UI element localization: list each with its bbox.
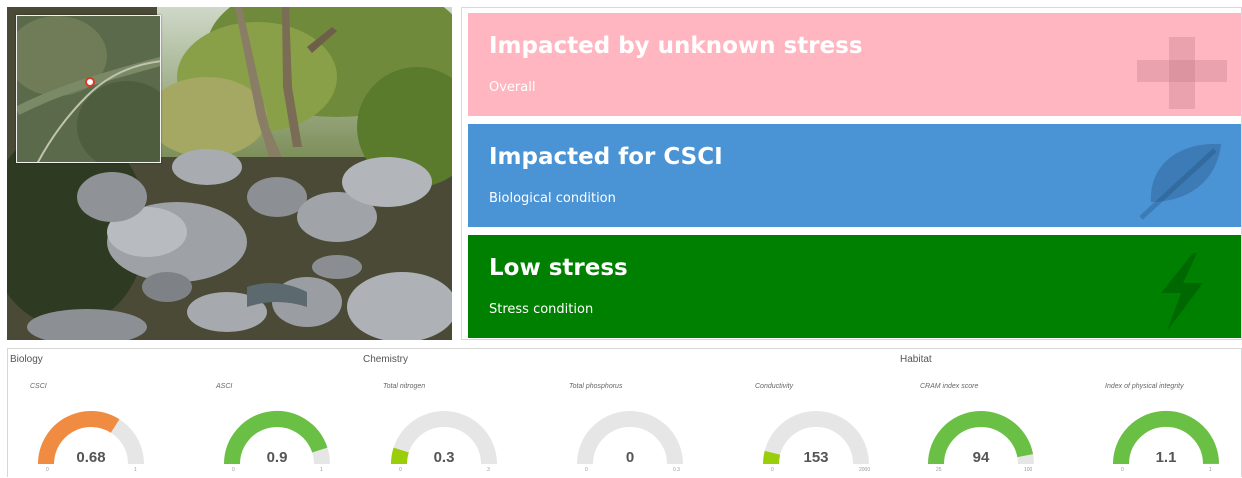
leaf-icon bbox=[1139, 143, 1221, 220]
gauge-label: ASCI bbox=[216, 383, 233, 390]
stress-condition-card: Low stress Stress condition bbox=[468, 235, 1241, 338]
gauge-min: 0 bbox=[585, 467, 588, 473]
gauge-value: 0.9 bbox=[266, 449, 288, 466]
site-photo bbox=[7, 7, 452, 340]
gauge-max: 2000 bbox=[859, 467, 871, 473]
gauge-min: 0 bbox=[771, 467, 774, 473]
lightning-icon bbox=[1161, 253, 1203, 331]
overall-status-title: Impacted by unknown stress bbox=[489, 33, 863, 59]
gauge-min: 0 bbox=[1121, 467, 1124, 473]
gauge-min: 0 bbox=[232, 467, 235, 473]
gauge-value: 0.68 bbox=[76, 449, 106, 466]
chemistry-section-label: Chemistry bbox=[363, 354, 409, 365]
habitat-section-label: Habitat bbox=[900, 354, 932, 365]
plus-icon bbox=[1137, 37, 1227, 109]
gauge-value: 0 bbox=[625, 449, 635, 466]
status-panel: Impacted by unknown stress Overall Impac… bbox=[461, 7, 1242, 340]
gauge-label: Total phosphorus bbox=[569, 383, 623, 390]
gauge-max: 1 bbox=[320, 467, 323, 473]
gauge-max: 3 bbox=[487, 467, 490, 473]
gauge-value: 0.3 bbox=[433, 449, 455, 466]
gauge-asci[interactable]: ASCI 0.9 0 1 bbox=[216, 383, 336, 478]
gauge-max: 1 bbox=[1209, 467, 1212, 473]
gauge-label: Total nitrogen bbox=[383, 383, 426, 390]
gauge-min: 25 bbox=[936, 467, 942, 473]
overall-status-subtitle: Overall bbox=[489, 80, 536, 95]
site-marker-icon bbox=[85, 77, 95, 87]
stress-condition-subtitle: Stress condition bbox=[489, 302, 594, 317]
gauge-index-of-physical-integrity[interactable]: Index of physical integrity 1.1 0 1 bbox=[1105, 383, 1225, 478]
gauge-value: 94 bbox=[972, 449, 990, 466]
gauge-label: Index of physical integrity bbox=[1105, 383, 1184, 390]
inset-map[interactable] bbox=[16, 15, 161, 163]
biological-condition-subtitle: Biological condition bbox=[489, 191, 616, 206]
biology-section-label: Biology bbox=[10, 354, 43, 365]
gauge-conductivity[interactable]: Conductivity 153 0 2000 bbox=[755, 383, 875, 478]
gauge-min: 0 bbox=[46, 467, 49, 473]
gauge-value: 153 bbox=[803, 449, 829, 466]
gauge-cram-index-score[interactable]: CRAM index score 94 25 100 bbox=[920, 383, 1040, 478]
gauge-max: 100 bbox=[1024, 467, 1033, 473]
gauge-csci[interactable]: CSCI 0.68 0 1 bbox=[30, 383, 150, 478]
gauge-label: Conductivity bbox=[755, 383, 794, 390]
gauge-value: 1.1 bbox=[1155, 449, 1177, 466]
indicator-panel: Biology Chemistry Habitat CSCI 0.68 0 1 … bbox=[7, 348, 1242, 477]
biological-condition-card: Impacted for CSCI Biological condition bbox=[468, 124, 1241, 227]
gauge-min: 0 bbox=[399, 467, 402, 473]
gauge-max: 0.3 bbox=[673, 467, 680, 473]
overall-status-card: Impacted by unknown stress Overall bbox=[468, 13, 1241, 116]
gauge-total-nitrogen[interactable]: Total nitrogen 0.3 0 3 bbox=[383, 383, 503, 478]
gauge-label: CRAM index score bbox=[920, 383, 979, 390]
stress-condition-title: Low stress bbox=[489, 255, 628, 281]
gauge-label: CSCI bbox=[30, 383, 47, 390]
gauge-total-phosphorus[interactable]: Total phosphorus 0 0 0.3 bbox=[569, 383, 689, 478]
biological-condition-title: Impacted for CSCI bbox=[489, 144, 723, 170]
gauge-max: 1 bbox=[134, 467, 137, 473]
